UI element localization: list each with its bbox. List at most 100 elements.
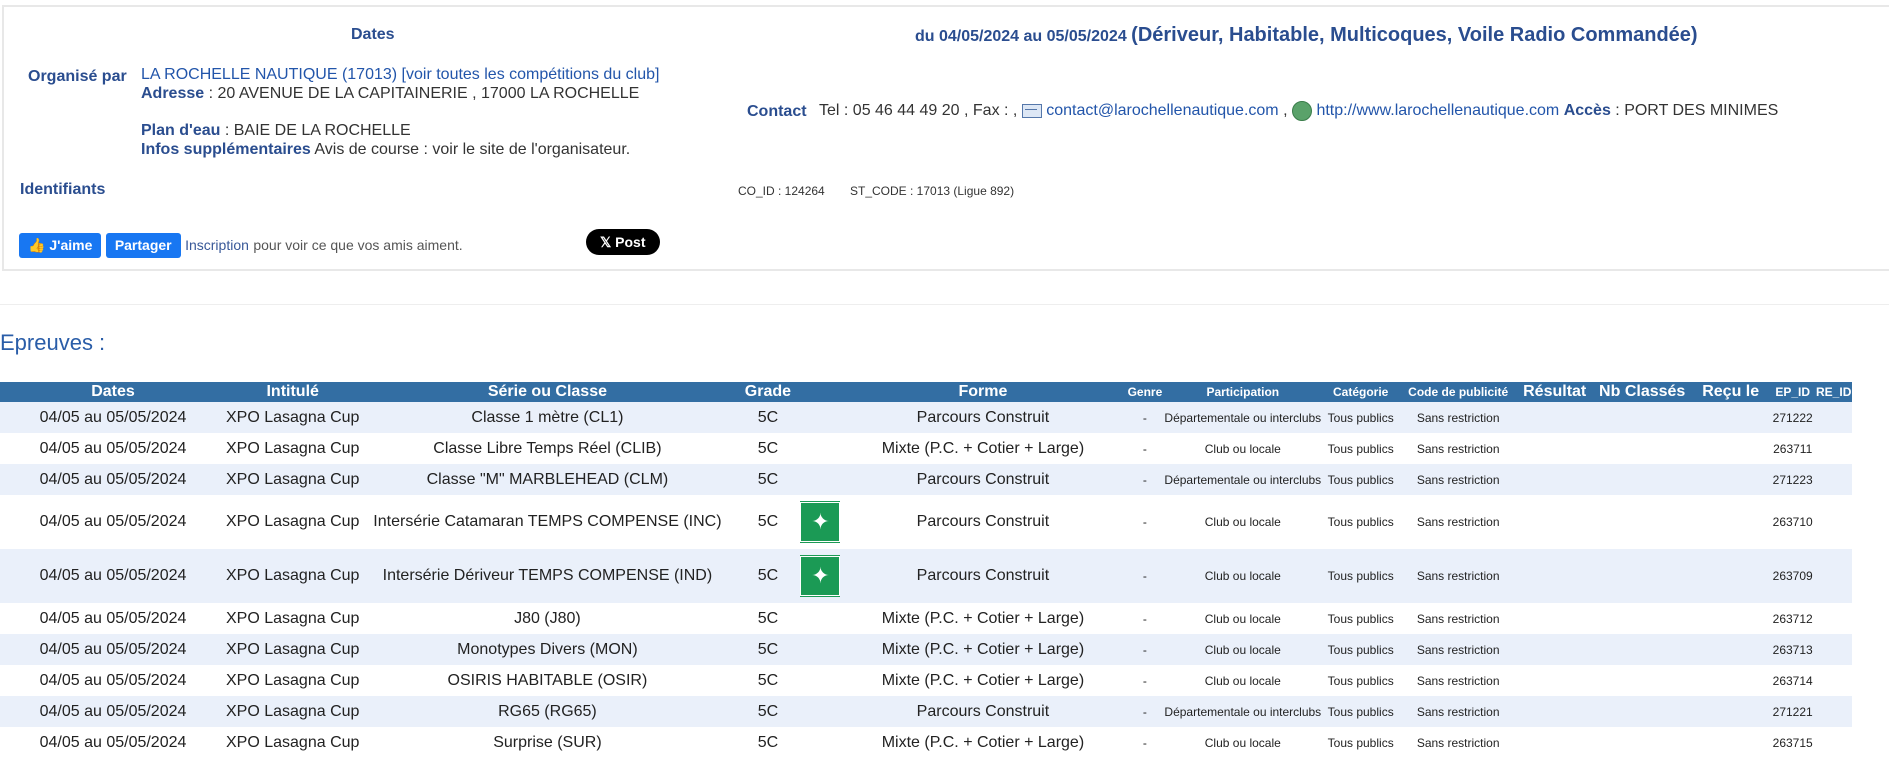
infos-value: Avis de course : voir le site de l'organ… [314, 141, 631, 158]
row-grade: 5C [735, 433, 801, 464]
all-competitions-link[interactable]: [voir toutes les compétitions du club] [402, 66, 660, 83]
row-genre: - [1125, 495, 1165, 549]
col-recu-le[interactable]: Reçu le [1691, 382, 1771, 402]
plan-eau-label: Plan d'eau [141, 122, 221, 139]
row-icon [800, 665, 841, 696]
epreuves-table: Dates Intitulé Série ou Classe Grade For… [0, 382, 1853, 758]
row-participation: Club ou locale [1164, 665, 1322, 696]
comma-separator: , [1283, 102, 1288, 120]
row-nb-classes [1593, 634, 1692, 665]
acces-value: : PORT DES MINIMES [1615, 102, 1779, 120]
table-header: Dates Intitulé Série ou Classe Grade For… [0, 382, 1853, 402]
col-forme[interactable]: Forme [840, 382, 1126, 402]
row-re-id [1815, 464, 1853, 495]
row-categorie: Tous publics [1321, 549, 1401, 603]
row-serie: Intersérie Catamaran TEMPS COMPENSE (INC… [359, 495, 736, 549]
row-categorie: Tous publics [1321, 603, 1401, 634]
row-icon [800, 402, 841, 433]
table-row[interactable]: 04/05 au 05/05/2024 XPO Lasagna Cup Inters… [0, 495, 1853, 549]
row-serie: Classe "M" MARBLEHEAD (CLM) [359, 464, 736, 495]
x-post-button[interactable]: 𝕏 Post [586, 229, 660, 255]
row-icon: ✦ [800, 549, 841, 603]
row-categorie: Tous publics [1321, 402, 1401, 433]
col-categorie[interactable]: Catégorie [1321, 382, 1401, 402]
row-ep-id: 263709 [1770, 549, 1816, 603]
row-grade: 5C [735, 495, 801, 549]
row-grade: 5C [735, 727, 801, 758]
table-row[interactable]: 04/05 au 05/05/2024 XPO Lasagna Cup Surpri… [0, 727, 1853, 758]
row-re-id [1815, 665, 1853, 696]
row-nb-classes [1593, 727, 1692, 758]
row-ep-id: 271223 [1770, 464, 1816, 495]
row-serie: Classe Libre Temps Réel (CLIB) [359, 433, 736, 464]
x-post-label: Post [615, 234, 646, 250]
row-categorie: Tous publics [1321, 634, 1401, 665]
acces-label: Accès [1563, 102, 1611, 120]
boat-types: (Dériveur, Habitable, Multicoques, Voile… [1131, 24, 1698, 46]
row-grade: 5C [735, 549, 801, 603]
row-code-publicite: Sans restriction [1400, 549, 1517, 603]
row-code-publicite: Sans restriction [1400, 665, 1517, 696]
email-link[interactable]: contact@larochellenautique.com [1046, 102, 1278, 119]
table-row[interactable]: 04/05 au 05/05/2024 XPO Lasagna Cup Classe… [0, 433, 1853, 464]
row-code-publicite: Sans restriction [1400, 433, 1517, 464]
section-divider [0, 304, 1889, 305]
inscription-link[interactable]: Inscription [185, 237, 249, 253]
row-ep-id: 263714 [1770, 665, 1816, 696]
col-dates[interactable]: Dates [0, 382, 226, 402]
row-re-id [1815, 603, 1853, 634]
row-serie: Classe 1 mètre (CL1) [359, 402, 736, 433]
row-forme: Mixte (P.C. + Cotier + Large) [840, 665, 1126, 696]
row-nb-classes [1593, 495, 1692, 549]
row-resultat [1516, 433, 1594, 464]
row-categorie: Tous publics [1321, 464, 1401, 495]
row-genre: - [1125, 402, 1165, 433]
col-intitule[interactable]: Intitulé [226, 382, 360, 402]
row-dates: 04/05 au 05/05/2024 [0, 696, 226, 727]
row-ep-id: 271222 [1770, 402, 1816, 433]
row-dates: 04/05 au 05/05/2024 [0, 603, 226, 634]
col-genre[interactable]: Genre [1125, 382, 1165, 402]
row-grade: 5C [735, 634, 801, 665]
col-serie[interactable]: Série ou Classe [359, 382, 736, 402]
table-row[interactable]: 04/05 au 05/05/2024 XPO Lasagna Cup Classe… [0, 402, 1853, 433]
row-serie: RG65 (RG65) [359, 696, 736, 727]
club-link[interactable]: LA ROCHELLE NAUTIQUE (17013) [141, 66, 397, 83]
facebook-like-button[interactable]: 👍 J'aime [19, 233, 102, 258]
row-categorie: Tous publics [1321, 696, 1401, 727]
row-code-publicite: Sans restriction [1400, 727, 1517, 758]
row-dates: 04/05 au 05/05/2024 [0, 549, 226, 603]
table-row[interactable]: 04/05 au 05/05/2024 XPO Lasagna Cup OSIRIS… [0, 665, 1853, 696]
dates-heading: du 04/05/2024 au 05/05/2024 (Dériveur, H… [915, 24, 1698, 47]
row-resultat [1516, 665, 1594, 696]
row-recu-le [1691, 696, 1771, 727]
col-resultat[interactable]: Résultat [1516, 382, 1594, 402]
table-row[interactable]: 04/05 au 05/05/2024 XPO Lasagna Cup Classe… [0, 464, 1853, 495]
row-intitule: XPO Lasagna Cup [226, 464, 360, 495]
col-ep-id[interactable]: EP_ID [1770, 382, 1816, 402]
globe-icon [1291, 101, 1312, 121]
table-row[interactable]: 04/05 au 05/05/2024 XPO Lasagna Cup Inters… [0, 549, 1853, 603]
tel-fax: Tel : 05 46 44 49 20 , Fax : , [819, 102, 1018, 120]
row-forme: Mixte (P.C. + Cotier + Large) [840, 603, 1126, 634]
website-link[interactable]: http://www.larochellenautique.com [1316, 102, 1559, 119]
col-code-publicite[interactable]: Code de publicité [1400, 382, 1517, 402]
plan-eau-value: : BAIE DE LA ROCHELLE [224, 122, 411, 139]
col-nb-classes[interactable]: Nb Classés [1593, 382, 1692, 402]
facebook-share-button[interactable]: Partager [105, 233, 181, 258]
row-icon [800, 603, 841, 634]
table-row[interactable]: 04/05 au 05/05/2024 XPO Lasagna Cup RG65 (… [0, 696, 1853, 727]
row-intitule: XPO Lasagna Cup [226, 495, 360, 549]
contact-label: Contact [747, 103, 807, 120]
plan-eau-line: Plan d'eau : BAIE DE LA ROCHELLE [141, 122, 411, 140]
col-grade[interactable]: Grade [735, 382, 801, 402]
row-icon [800, 433, 841, 464]
row-re-id [1815, 549, 1853, 603]
like-label: J'aime [49, 237, 93, 253]
table-row[interactable]: 04/05 au 05/05/2024 XPO Lasagna Cup J80 (J… [0, 603, 1853, 634]
table-row[interactable]: 04/05 au 05/05/2024 XPO Lasagna Cup Monoty… [0, 634, 1853, 665]
row-intitule: XPO Lasagna Cup [226, 696, 360, 727]
col-participation[interactable]: Participation [1164, 382, 1322, 402]
col-re-id[interactable]: RE_ID [1815, 382, 1853, 402]
row-recu-le [1691, 495, 1771, 549]
